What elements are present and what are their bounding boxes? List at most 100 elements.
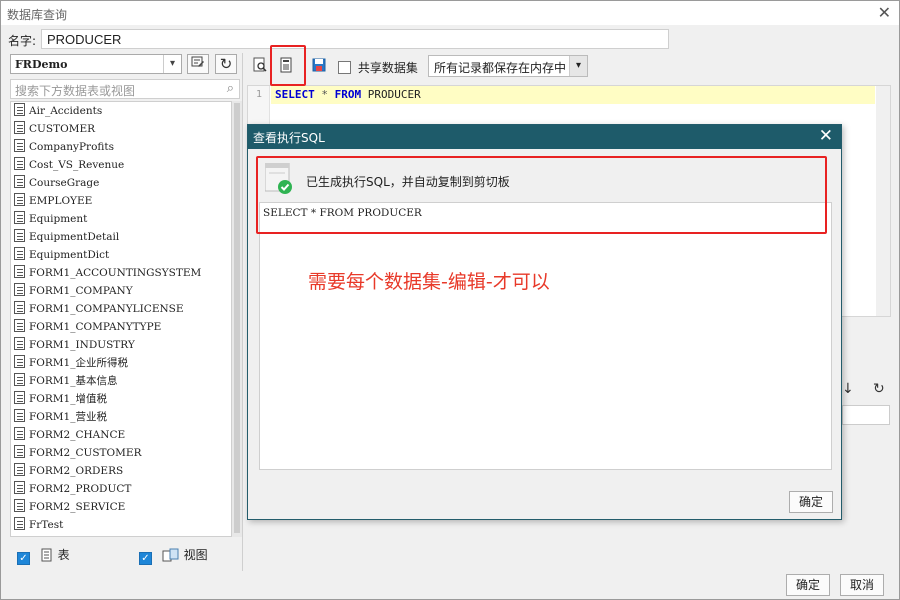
table-list-item[interactable]: CourseGrage: [11, 174, 231, 192]
table-icon: [14, 229, 25, 242]
view-icon: [162, 548, 179, 562]
checkbox-checked-icon: ✓: [139, 552, 152, 565]
memory-mode-select[interactable]: 所有记录都保存在内存中 ▾: [428, 55, 588, 77]
executed-sql-textarea[interactable]: SELECT * FROM PRODUCER: [259, 202, 832, 470]
table-icon: [14, 409, 25, 422]
table-list-item[interactable]: FORM1_COMPANY: [11, 282, 231, 300]
table-icon: [14, 211, 25, 224]
checkbox-unchecked-icon: [338, 61, 351, 74]
share-dataset-checkbox[interactable]: 共享数据集: [338, 59, 418, 76]
table-name: EquipmentDetail: [29, 231, 120, 243]
cancel-button[interactable]: 取消: [840, 574, 884, 596]
sql-line[interactable]: SELECT * FROM PRODUCER: [271, 86, 875, 104]
table-list-item[interactable]: FORM1_基本信息: [11, 372, 231, 390]
name-label: 名字:: [8, 34, 37, 48]
table-name: FORM2_ORDERS: [29, 465, 124, 477]
table-list-item[interactable]: FORM2_ORDERS: [11, 462, 231, 480]
name-input[interactable]: PRODUCER: [41, 29, 669, 49]
table-icon: [14, 301, 25, 314]
table-list-item[interactable]: EquipmentDict: [11, 246, 231, 264]
table-name: FORM1_增值税: [29, 393, 107, 405]
table-list-item[interactable]: CompanyProfits: [11, 138, 231, 156]
refresh-icon[interactable]: ↻: [873, 381, 885, 397]
table-name: FORM2_PRODUCT: [29, 483, 132, 495]
chevron-down-icon[interactable]: ▾: [163, 55, 181, 73]
keyword-select: SELECT: [275, 88, 315, 101]
window-close-icon[interactable]: ✕: [878, 3, 891, 22]
table-name: EMPLOYEE: [29, 195, 93, 207]
table-name: FORM2_CUSTOMER: [29, 447, 142, 459]
table-list-item[interactable]: EquipmentDetail: [11, 228, 231, 246]
table-list-item[interactable]: FORM1_INDUSTRY: [11, 336, 231, 354]
table-list-item[interactable]: CUSTOMER: [11, 120, 231, 138]
table-icon: [14, 121, 25, 134]
show-views-label: 视图: [183, 548, 208, 562]
table-icon: [14, 517, 25, 530]
table-icon: [14, 283, 25, 296]
table-name: FORM1_COMPANYLICENSE: [29, 303, 184, 315]
dialog-close-icon[interactable]: ✕: [819, 126, 833, 146]
table-list-item[interactable]: Equipment: [11, 210, 231, 228]
table-name: Air_Accidents: [29, 105, 103, 117]
table-icon: [14, 373, 25, 386]
parameter-input[interactable]: [842, 405, 890, 425]
table-list-item[interactable]: FORM2_CUSTOMER: [11, 444, 231, 462]
down-arrow-icon[interactable]: ↓: [842, 381, 854, 397]
table-list-item[interactable]: FORM2_PRODUCT: [11, 480, 231, 498]
refresh-button[interactable]: ↻: [215, 54, 237, 74]
search-icon: ⌕: [226, 81, 234, 96]
table-list-item[interactable]: FORM1_企业所得税: [11, 354, 231, 372]
table-list-item[interactable]: FORM1_COMPANYLICENSE: [11, 300, 231, 318]
table-list-item[interactable]: FORM1_COMPANYTYPE: [11, 318, 231, 336]
table-icon: [14, 103, 25, 116]
table-icon: [14, 463, 25, 476]
show-tables-checkbox[interactable]: ✓ 表: [17, 546, 70, 565]
table-name: FORM1_企业所得税: [29, 357, 128, 369]
filter-checkbox-row: ✓ 表 ✓ 视图: [17, 544, 243, 565]
highlight-box-toolbar: [270, 45, 306, 86]
table-list-item[interactable]: FORM2_CHANCE: [11, 426, 231, 444]
table-list-item[interactable]: Air_Accidents: [11, 102, 231, 120]
table-list-item[interactable]: Cost_VS_Revenue: [11, 156, 231, 174]
table-name: FORM1_营业税: [29, 411, 107, 423]
table-name: Equipment: [29, 213, 88, 225]
table-list-item[interactable]: FORM2_SERVICE: [11, 498, 231, 516]
table-icon: [14, 193, 25, 206]
table-icon: [14, 247, 25, 260]
table-icon: [14, 427, 25, 440]
table-icon: [14, 319, 25, 332]
table-icon: [14, 445, 25, 458]
table-name: FrTest: [29, 519, 64, 531]
table-list-item[interactable]: FORM1_增值税: [11, 390, 231, 408]
window-title: 数据库查询: [7, 8, 68, 22]
table-list-item[interactable]: FrTest: [11, 516, 231, 534]
table-list-scrollbar[interactable]: [232, 101, 242, 537]
table-list-item[interactable]: EMPLOYEE: [11, 192, 231, 210]
wildcard: *: [321, 88, 328, 101]
highlight-box-message: [256, 156, 827, 234]
show-views-checkbox[interactable]: ✓ 视图: [139, 546, 208, 565]
preview-button[interactable]: [251, 57, 269, 75]
table-icon: [14, 391, 25, 404]
table-list-item[interactable]: FORM1_营业税: [11, 408, 231, 426]
floppy-icon: [312, 58, 326, 72]
table-name: FORM1_ACCOUNTINGSYSTEM: [29, 267, 202, 279]
save-button[interactable]: [310, 57, 328, 75]
memory-mode-value: 所有记录都保存在内存中: [434, 61, 567, 75]
scrollbar-thumb[interactable]: [234, 103, 240, 533]
table-name: FORM2_SERVICE: [29, 501, 126, 513]
edit-datasource-button[interactable]: [187, 54, 209, 74]
dialog-title: 查看执行SQL: [253, 131, 325, 145]
chevron-down-icon[interactable]: ▾: [569, 56, 587, 76]
table-name: Cost_VS_Revenue: [29, 159, 125, 171]
table-icon: [14, 355, 25, 368]
table-list: Air_Accidents CUSTOMER CompanyProfits Cost_…: [10, 101, 232, 537]
table-search-input[interactable]: 搜索下方数据表或视图 ⌕: [10, 79, 240, 99]
table-browser-panel: FRDemo ▾ ↻ 搜索下方数据表或视图 ⌕ Air_Accidents CUS…: [7, 53, 243, 571]
table-list-item[interactable]: FORM1_ACCOUNTINGSYSTEM: [11, 264, 231, 282]
dialog-ok-button[interactable]: 确定: [789, 491, 833, 513]
editor-scrollbar[interactable]: [876, 86, 890, 316]
datasource-select[interactable]: FRDemo ▾: [10, 54, 182, 74]
ok-button[interactable]: 确定: [786, 574, 830, 596]
share-dataset-label: 共享数据集: [357, 61, 418, 75]
